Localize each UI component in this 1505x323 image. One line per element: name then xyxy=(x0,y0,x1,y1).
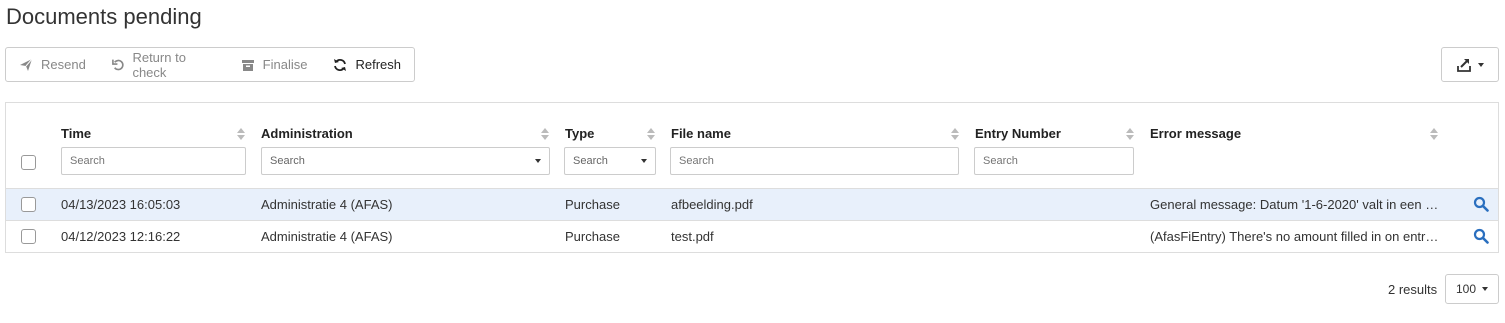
results-count: 2 results xyxy=(1388,282,1438,297)
column-header-error-message[interactable]: Error message xyxy=(1150,126,1241,141)
chevron-down-icon xyxy=(641,159,647,163)
sort-icon[interactable] xyxy=(951,128,959,140)
entry-number-search-input[interactable] xyxy=(974,147,1134,175)
sort-icon[interactable] xyxy=(647,128,655,140)
column-header-file-name[interactable]: File name xyxy=(671,126,731,141)
documents-table: Time Administration Type File name Entry… xyxy=(5,102,1499,253)
cell-administration: Administratie 4 (AFAS) xyxy=(261,229,393,244)
toolbar: Resend Return to check Finalise Refresh xyxy=(5,47,415,82)
table-row[interactable]: 04/13/2023 16:05:03 Administratie 4 (AFA… xyxy=(6,189,1498,220)
page-size-value: 100 xyxy=(1455,282,1477,296)
sort-icon[interactable] xyxy=(237,128,245,140)
cell-error-message: General message: Datum '1-6-2020' valt i… xyxy=(1150,197,1440,212)
column-header-entry-number[interactable]: Entry Number xyxy=(975,126,1061,141)
undo-icon xyxy=(111,59,124,70)
column-header-time[interactable]: Time xyxy=(61,126,91,141)
finalise-button[interactable]: Finalise xyxy=(228,48,321,81)
cell-file-name: test.pdf xyxy=(671,229,714,244)
file-name-search-input[interactable] xyxy=(670,147,959,175)
column-header-administration[interactable]: Administration xyxy=(261,126,353,141)
finalise-label: Finalise xyxy=(262,57,308,72)
page-size-dropdown[interactable]: 100 xyxy=(1445,274,1499,304)
row-checkbox[interactable] xyxy=(21,229,36,244)
return-to-check-label: Return to check xyxy=(132,49,186,80)
sort-icon[interactable] xyxy=(1430,128,1438,140)
cell-type: Purchase xyxy=(565,197,620,212)
return-to-check-button[interactable]: Return to check xyxy=(99,48,228,81)
refresh-button[interactable]: Refresh xyxy=(320,48,414,81)
export-icon xyxy=(1457,58,1471,72)
cell-time: 04/13/2023 16:05:03 xyxy=(61,197,181,212)
cell-time: 04/12/2023 12:16:22 xyxy=(61,229,181,244)
column-header-type[interactable]: Type xyxy=(565,126,594,141)
resend-label: Resend xyxy=(41,57,86,72)
table-row[interactable]: 04/12/2023 12:16:22 Administratie 4 (AFA… xyxy=(6,221,1498,252)
chevron-down-icon xyxy=(535,159,541,163)
chevron-down-icon xyxy=(1478,62,1484,67)
archive-icon xyxy=(241,59,254,71)
export-button[interactable] xyxy=(1441,47,1499,82)
cell-file-name: afbeelding.pdf xyxy=(671,197,753,212)
page-title: Documents pending xyxy=(6,4,202,29)
resend-button[interactable]: Resend xyxy=(6,48,99,81)
administration-filter-placeholder: Search xyxy=(270,155,305,167)
time-search-input[interactable] xyxy=(61,147,246,175)
refresh-label: Refresh xyxy=(355,57,401,72)
select-all-checkbox[interactable] xyxy=(21,155,36,170)
search-icon[interactable] xyxy=(1473,196,1489,212)
type-filter-select[interactable]: Search xyxy=(564,147,656,175)
cell-type: Purchase xyxy=(565,229,620,244)
cell-error-message: (AfasFiEntry) There's no amount filled i… xyxy=(1150,229,1440,244)
row-checkbox[interactable] xyxy=(21,197,36,212)
search-icon[interactable] xyxy=(1473,228,1489,244)
paper-plane-icon xyxy=(20,58,33,71)
chevron-down-icon xyxy=(1482,287,1489,291)
sort-icon[interactable] xyxy=(1126,128,1134,140)
sort-icon[interactable] xyxy=(541,128,549,140)
refresh-icon xyxy=(334,58,347,71)
type-filter-placeholder: Search xyxy=(573,155,608,167)
cell-administration: Administratie 4 (AFAS) xyxy=(261,197,393,212)
administration-filter-select[interactable]: Search xyxy=(261,147,550,175)
